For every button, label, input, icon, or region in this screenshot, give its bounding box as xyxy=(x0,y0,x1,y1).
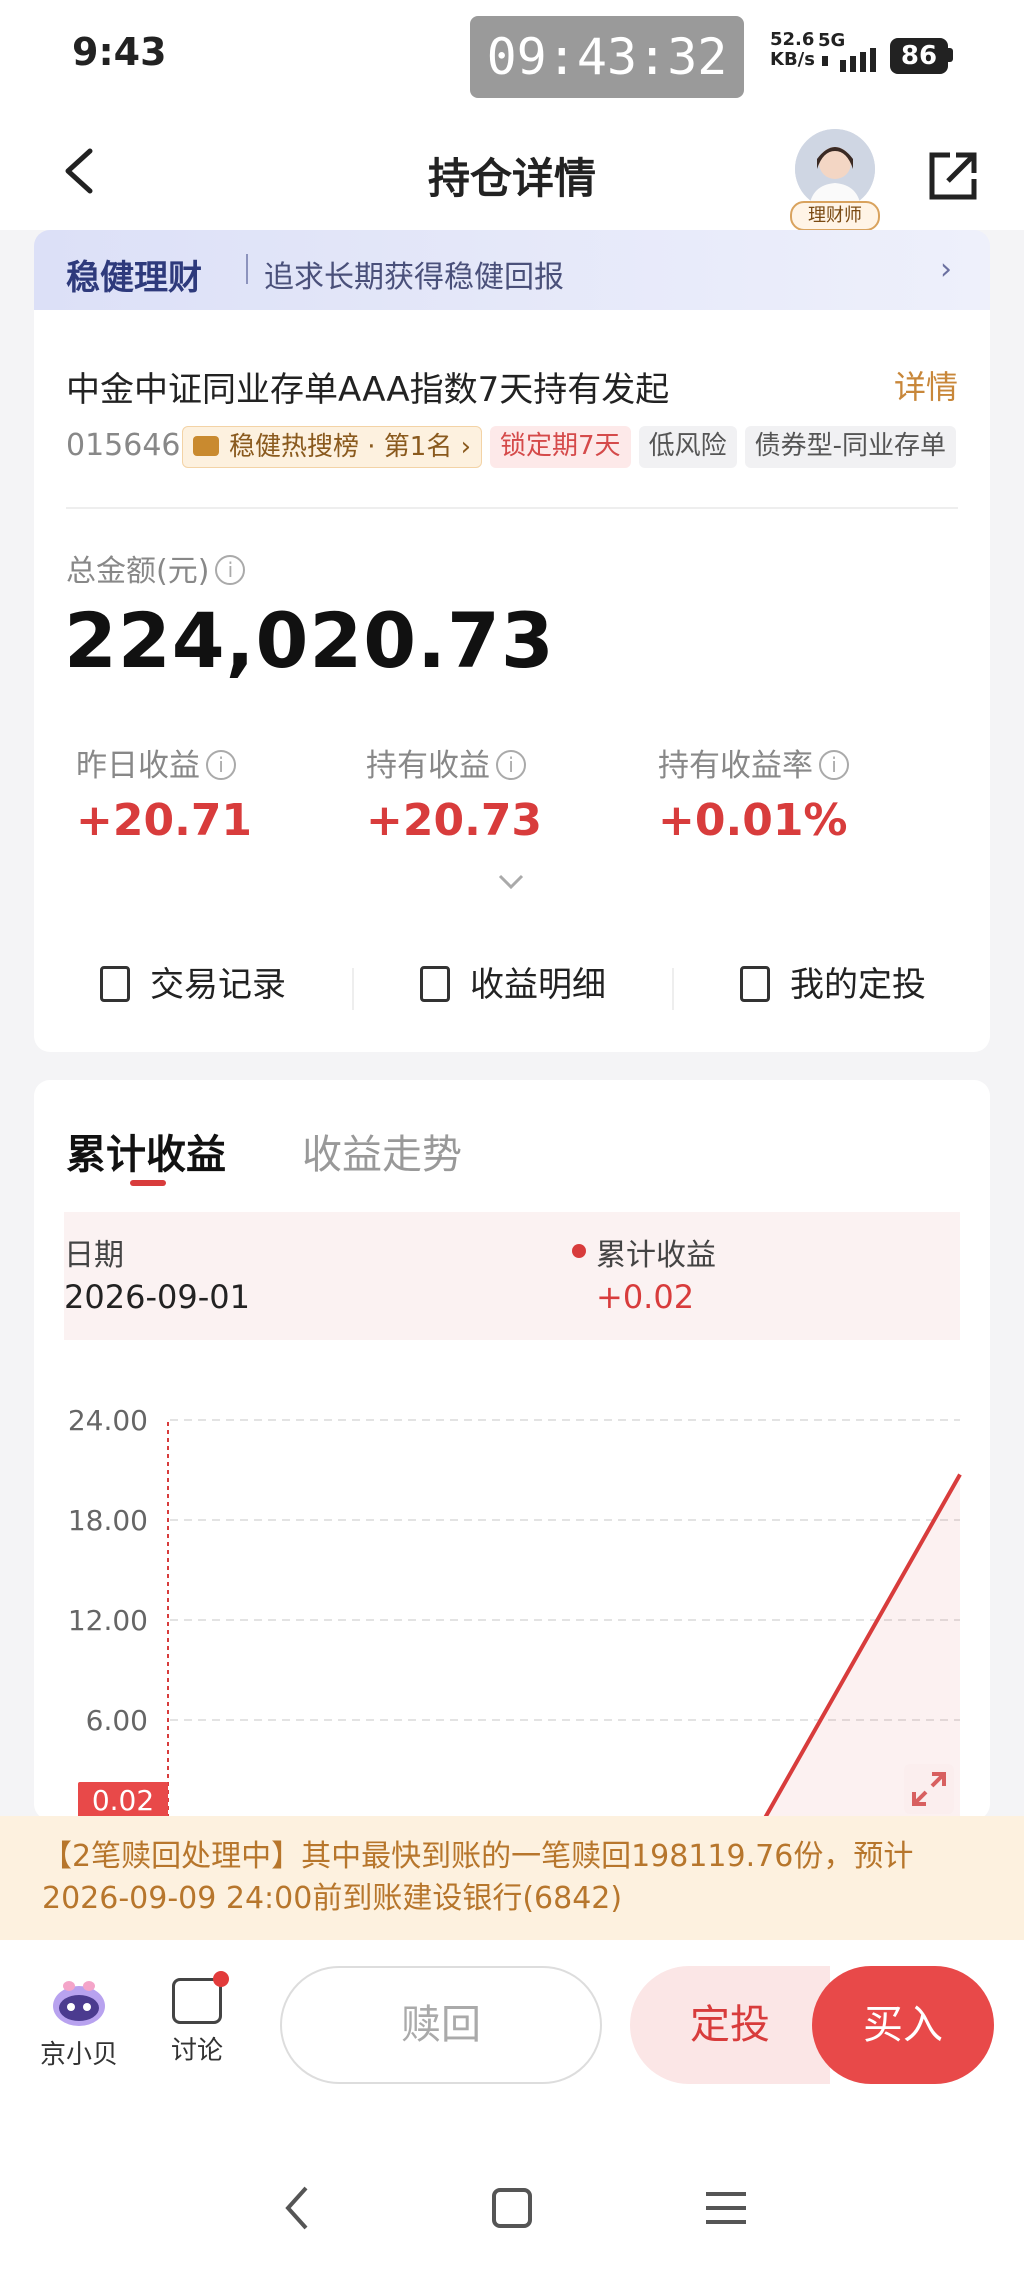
value-marker-label: 0.02 xyxy=(92,1784,154,1817)
chevron-right-icon: › xyxy=(940,252,952,287)
clock-overlay: 09:43:32 xyxy=(470,16,744,98)
system-nav-bar xyxy=(0,2134,1024,2276)
risk-tag: 低风险 xyxy=(638,426,737,468)
y-tick-label: 12.00 xyxy=(68,1604,148,1637)
holding-income-label-text: 持有收益 xyxy=(366,748,490,784)
info-icon[interactable]: i xyxy=(206,749,236,780)
fund-code: 015646 xyxy=(66,428,181,463)
yesterday-income-label-text: 昨日收益 xyxy=(76,748,200,784)
page-header: 持仓详情 理财师 xyxy=(0,115,1024,231)
signal-icon xyxy=(822,48,876,72)
chat-icon xyxy=(172,1971,229,2024)
yesterday-income-value: +20.71 xyxy=(76,795,253,846)
discuss-label: 讨论 xyxy=(170,2036,223,2066)
fund-type-tag: 债券型-同业存单 xyxy=(744,426,956,468)
document-icon xyxy=(100,965,130,1002)
banner-title: 稳健理财 xyxy=(66,258,202,298)
series-dot xyxy=(572,1244,586,1258)
status-time: 9:43 xyxy=(72,30,167,74)
fund-tags: 稳健热搜榜 · 第1名 › 锁定期7天 低风险 债券型-同业存单 xyxy=(182,426,992,468)
status-bar: 9:43 09:43:32 52.6 KB/s 5G 86 xyxy=(0,0,1024,115)
battery-icon: 86 xyxy=(890,38,948,74)
fund-card: 中金中证同业存单AAA指数7天持有发起 详情 015646 稳健热搜榜 · 第1… xyxy=(34,310,990,1052)
assistant-label: 京小贝 xyxy=(39,2040,118,2070)
my-sip-label: 我的定投 xyxy=(790,965,926,1005)
assistant-mascot-icon xyxy=(51,1978,107,2028)
fund-actions: 交易记录 收益明细 我的定投 xyxy=(34,950,990,1020)
lock-period-tag: 锁定期7天 xyxy=(490,426,631,468)
battery-tip xyxy=(948,48,953,62)
advisor-portrait-icon xyxy=(795,129,875,209)
advisor-button[interactable]: 理财师 xyxy=(790,129,880,231)
info-icon[interactable]: i xyxy=(496,749,526,780)
total-amount-value: 224,020.73 xyxy=(64,596,555,685)
trade-records-button[interactable]: 交易记录 xyxy=(34,950,352,1020)
share-icon[interactable] xyxy=(926,149,980,203)
fund-detail-link[interactable]: 详情 xyxy=(894,362,958,408)
buy-button[interactable]: 买入 xyxy=(812,1966,994,2084)
trade-records-label: 交易记录 xyxy=(150,965,286,1005)
chart-tooltip: 日期 2026-09-01 累计收益 +0.02 xyxy=(64,1212,960,1340)
hot-rank-tag[interactable]: 稳健热搜榜 · 第1名 › xyxy=(182,426,483,468)
redemption-notice[interactable]: 【2笔赎回处理中】其中最快到账的一笔赎回198119.76份，预计2026-09… xyxy=(0,1816,1024,1940)
my-sip-button[interactable]: 我的定投 xyxy=(674,950,992,1020)
holding-rate: 持有收益率 i +0.01% xyxy=(658,740,948,846)
tab-cumulative-income[interactable]: 累计收益 xyxy=(66,1122,226,1180)
nav-back-icon[interactable] xyxy=(268,2178,328,2238)
total-amount-label-text: 总金额(元) xyxy=(66,554,210,589)
chevron-down-icon[interactable] xyxy=(496,872,526,892)
holding-rate-value: +0.01% xyxy=(658,795,848,846)
divider xyxy=(66,507,958,509)
tooltip-series-label: 累计收益 xyxy=(596,1238,716,1273)
net-speed-unit: KB/s xyxy=(770,49,815,70)
expand-chart-button[interactable] xyxy=(904,1764,954,1814)
income-detail-button[interactable]: 收益明细 xyxy=(354,950,672,1020)
fund-name: 中金中证同业存单AAA指数7天持有发起 xyxy=(66,370,670,410)
steady-finance-banner[interactable]: 稳健理财 追求长期获得稳健回报 › xyxy=(34,230,990,310)
notification-badge xyxy=(213,1971,229,1987)
bottom-action-bar: 京小贝 讨论 赎回 定投 买入 xyxy=(0,1940,1024,2134)
crown-icon xyxy=(193,435,219,456)
nav-menu-icon[interactable] xyxy=(696,2178,756,2238)
y-tick-label: 6.00 xyxy=(86,1704,148,1737)
series-area xyxy=(168,1474,960,1820)
holding-income: 持有收益 i +20.73 xyxy=(366,740,656,846)
advisor-label: 理财师 xyxy=(790,201,880,231)
holding-rate-label-text: 持有收益率 xyxy=(658,748,813,784)
info-icon[interactable]: i xyxy=(819,749,849,780)
net-speed-value: 52.6 xyxy=(770,29,815,50)
holding-income-value: +20.73 xyxy=(366,795,543,846)
tooltip-date-label: 日期 xyxy=(64,1238,124,1273)
income-detail-label: 收益明细 xyxy=(470,965,606,1005)
tooltip-value: +0.02 xyxy=(596,1278,695,1316)
assistant-button[interactable]: 京小贝 xyxy=(34,1978,124,2071)
document-icon xyxy=(740,965,770,1002)
y-tick-label: 18.00 xyxy=(68,1504,148,1537)
holding-rate-label: 持有收益率 i xyxy=(658,740,948,785)
sip-button[interactable]: 定投 xyxy=(630,1966,830,2084)
expand-icon xyxy=(912,1772,946,1806)
banner-divider xyxy=(246,254,248,284)
net-speed: 52.6 KB/s xyxy=(770,30,815,70)
income-chart-card: 累计收益 收益走势 日期 2026-09-01 累计收益 +0.02 24.00… xyxy=(34,1080,990,1820)
clipboard-yen-icon xyxy=(420,965,450,1002)
tab-active-indicator xyxy=(130,1180,166,1186)
discuss-button[interactable]: 讨论 xyxy=(152,1971,242,2067)
cumulative-income-chart[interactable]: 24.00 18.00 12.00 6.00 0.02 xyxy=(34,1380,990,1820)
redeem-button[interactable]: 赎回 xyxy=(280,1966,602,2084)
hot-rank-label: 稳健热搜榜 · 第1名 xyxy=(229,432,453,462)
y-tick-label: 24.00 xyxy=(68,1404,148,1437)
info-icon[interactable]: i xyxy=(215,554,246,585)
holding-income-label: 持有收益 i xyxy=(366,740,656,785)
yesterday-income: 昨日收益 i +20.71 xyxy=(76,740,366,846)
nav-home-icon[interactable] xyxy=(482,2178,542,2238)
yesterday-income-label: 昨日收益 i xyxy=(76,740,366,785)
tooltip-date: 2026-09-01 xyxy=(64,1278,250,1316)
tab-income-trend[interactable]: 收益走势 xyxy=(302,1122,462,1180)
banner-text: 追求长期获得稳健回报 xyxy=(264,260,564,295)
avatar xyxy=(795,129,875,209)
total-amount-label: 总金额(元) i xyxy=(66,546,246,590)
